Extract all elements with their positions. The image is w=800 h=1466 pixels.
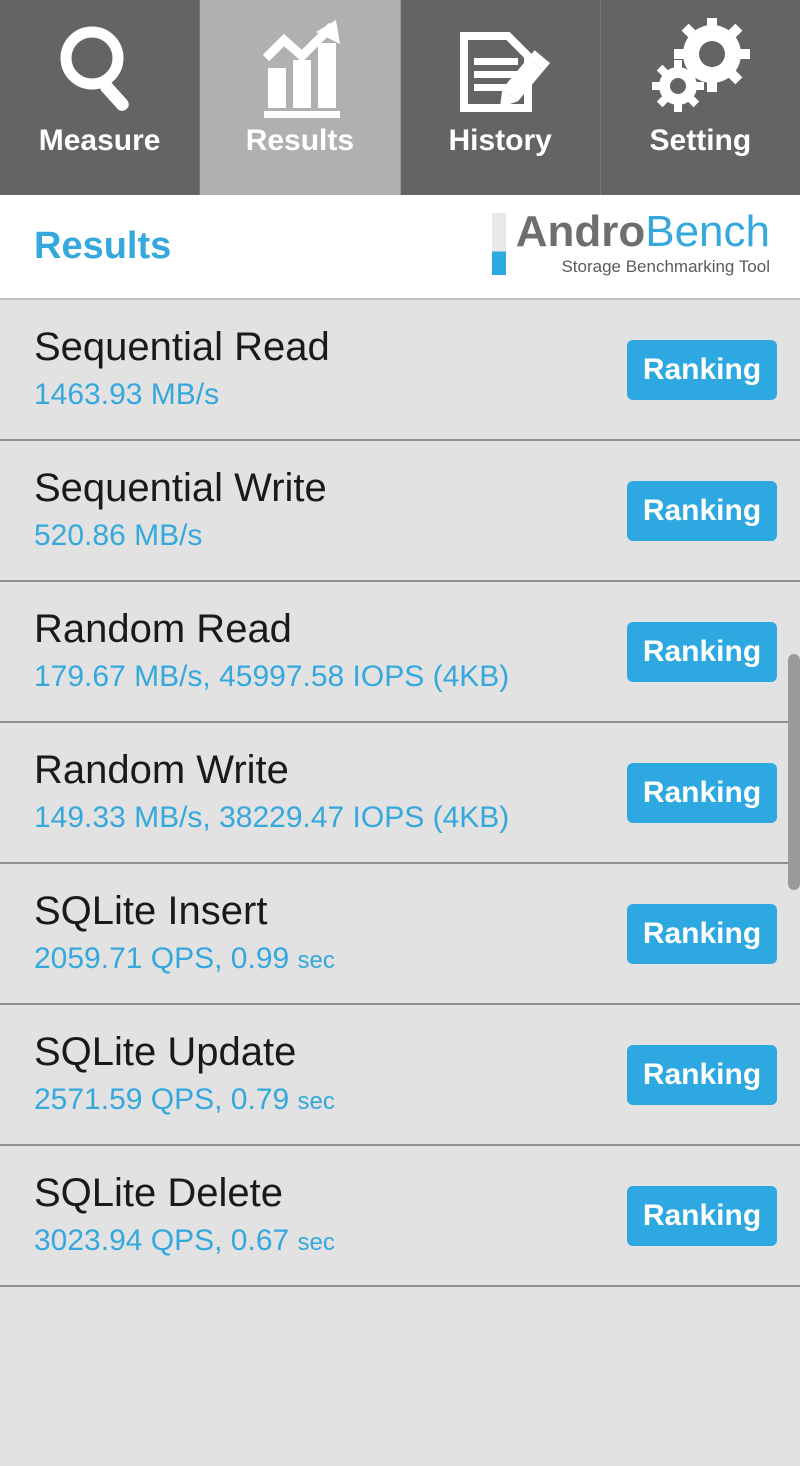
list-scrollbar[interactable] — [788, 300, 800, 1466]
logo-tagline: Storage Benchmarking Tool — [561, 257, 770, 276]
result-name: Random Write — [34, 747, 289, 792]
tab-measure-label: Measure — [38, 124, 161, 157]
androbench-logo: AndroBench Storage Benchmarking Tool — [491, 209, 770, 277]
row-text: Sequential Read 1463.93 MB/s — [34, 323, 627, 417]
logo-andro: Andro — [515, 207, 646, 256]
ranking-button[interactable]: Ranking — [627, 1044, 777, 1105]
result-value: 520.86 MB/s — [34, 516, 627, 558]
tab-history[interactable]: History — [400, 0, 601, 195]
tab-history-label: History — [448, 124, 552, 157]
result-value: 2059.71 QPS, 0.99 sec — [34, 939, 627, 981]
document-pencil-icon — [440, 18, 560, 118]
result-value: 179.67 MB/s, 45997.58 IOPS (4KB) — [34, 657, 627, 699]
result-value-unit: sec — [297, 1228, 335, 1256]
scrollbar-thumb[interactable] — [788, 654, 800, 890]
ranking-button[interactable]: Ranking — [627, 339, 777, 400]
row-text: Random Read 179.67 MB/s, 45997.58 IOPS (… — [34, 605, 627, 699]
result-value-unit: sec — [297, 1087, 335, 1115]
app-root: Measure Results History Setting Results … — [0, 0, 800, 1466]
table-row[interactable]: Sequential Write 520.86 MB/s Ranking — [0, 441, 800, 582]
logo-bench: Bench — [645, 207, 770, 256]
table-row[interactable]: SQLite Delete 3023.94 QPS, 0.67 sec Rank… — [0, 1146, 800, 1287]
ranking-button[interactable]: Ranking — [627, 762, 777, 823]
main-tab-bar: Measure Results History Setting — [0, 0, 800, 195]
ranking-button[interactable]: Ranking — [627, 1185, 777, 1246]
result-name: Sequential Read — [34, 324, 330, 369]
logo-wordmark: AndroBench — [516, 209, 770, 255]
result-value-main: 149.33 MB/s, 38229.47 IOPS (4KB) — [34, 800, 510, 834]
result-name: SQLite Insert — [34, 888, 268, 933]
magnifier-icon — [40, 18, 160, 118]
row-text: SQLite Insert 2059.71 QPS, 0.99 sec — [34, 887, 627, 981]
logo-text: AndroBench Storage Benchmarking Tool — [516, 209, 770, 277]
result-name: SQLite Update — [34, 1029, 297, 1074]
result-value: 3023.94 QPS, 0.67 sec — [34, 1221, 627, 1263]
logo-bar-icon — [491, 213, 506, 275]
row-text: Sequential Write 520.86 MB/s — [34, 464, 627, 558]
ranking-button[interactable]: Ranking — [627, 480, 777, 541]
list-empty-area — [0, 1287, 800, 1466]
tab-setting-label: Setting — [649, 124, 752, 157]
result-value-main: 179.67 MB/s, 45997.58 IOPS (4KB) — [34, 659, 510, 693]
result-value-main: 3023.94 QPS, 0.67 — [34, 1223, 298, 1257]
result-name: Sequential Write — [34, 465, 327, 510]
row-text: Random Write 149.33 MB/s, 38229.47 IOPS … — [34, 746, 627, 840]
result-value-main: 2059.71 QPS, 0.99 — [34, 941, 298, 975]
results-list[interactable]: Sequential Read 1463.93 MB/s Ranking Seq… — [0, 300, 800, 1466]
result-value-main: 1463.93 MB/s — [34, 377, 220, 411]
result-value-unit: sec — [297, 946, 335, 974]
result-name: Random Read — [34, 606, 292, 651]
result-value-main: 2571.59 QPS, 0.79 — [34, 1082, 298, 1116]
table-row[interactable]: SQLite Insert 2059.71 QPS, 0.99 sec Rank… — [0, 864, 800, 1005]
row-text: SQLite Update 2571.59 QPS, 0.79 sec — [34, 1028, 627, 1122]
tab-results[interactable]: Results — [200, 0, 401, 195]
tab-results-label: Results — [245, 124, 355, 157]
result-value: 1463.93 MB/s — [34, 375, 627, 417]
table-row[interactable]: Random Write 149.33 MB/s, 38229.47 IOPS … — [0, 723, 800, 864]
table-row[interactable]: Sequential Read 1463.93 MB/s Ranking — [0, 300, 800, 441]
ranking-button[interactable]: Ranking — [627, 621, 777, 682]
page-title: Results — [34, 225, 172, 267]
ranking-button[interactable]: Ranking — [627, 903, 777, 964]
table-row[interactable]: SQLite Update 2571.59 QPS, 0.79 sec Rank… — [0, 1005, 800, 1146]
result-value: 149.33 MB/s, 38229.47 IOPS (4KB) — [34, 798, 627, 840]
result-name: SQLite Delete — [34, 1170, 284, 1215]
tab-setting[interactable]: Setting — [600, 0, 800, 195]
gears-icon — [640, 18, 760, 118]
result-value: 2571.59 QPS, 0.79 sec — [34, 1080, 627, 1122]
bar-chart-arrow-icon — [240, 18, 360, 118]
tab-measure[interactable]: Measure — [0, 0, 201, 195]
row-text: SQLite Delete 3023.94 QPS, 0.67 sec — [34, 1169, 627, 1263]
page-header: Results AndroBench Storage Benchmarking … — [0, 195, 800, 300]
table-row[interactable]: Random Read 179.67 MB/s, 45997.58 IOPS (… — [0, 582, 800, 723]
result-value-main: 520.86 MB/s — [34, 518, 203, 552]
